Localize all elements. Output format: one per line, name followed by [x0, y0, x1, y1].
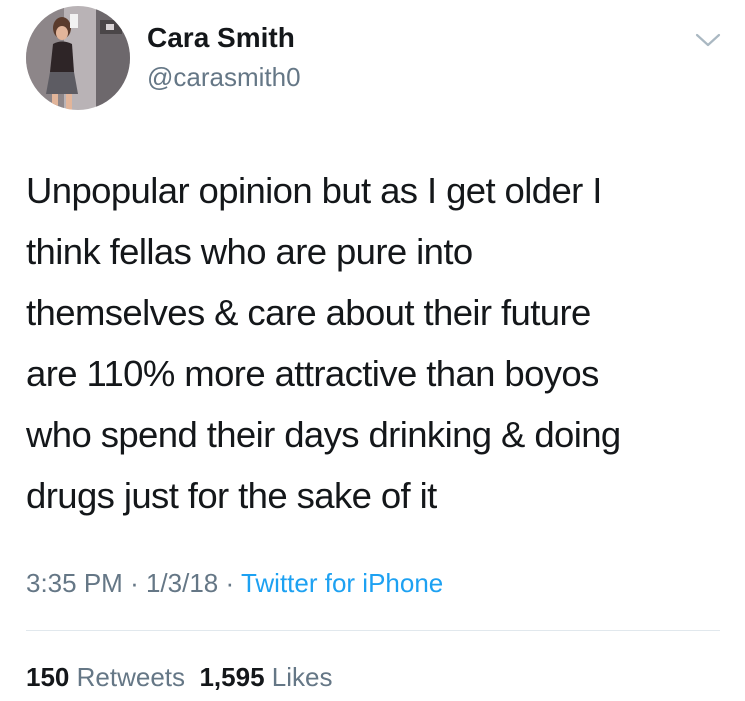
tweet-text: Unpopular opinion but as I get older I t…	[26, 170, 621, 516]
tweet-header: Cara Smith @carasmith0	[26, 6, 726, 112]
likes-label: Likes	[271, 662, 333, 692]
divider	[26, 630, 720, 631]
author-handle[interactable]: @carasmith0	[147, 61, 301, 93]
chevron-down-icon[interactable]	[693, 30, 723, 50]
avatar-image	[26, 6, 130, 110]
tweet-time[interactable]: 3:35 PM	[26, 568, 123, 598]
author-display-name[interactable]: Cara Smith	[147, 21, 295, 55]
retweets-count: 150	[26, 662, 70, 692]
avatar[interactable]	[26, 6, 130, 110]
tweet-metadata: 3:35 PM · 1/3/18 · Twitter for iPhone	[26, 566, 443, 600]
tweet-stats: 150 Retweets 1,595 Likes	[26, 660, 332, 694]
tweet: Cara Smith @carasmith0 Unpopular opinion…	[0, 0, 745, 701]
tweet-date[interactable]: 1/3/18	[146, 568, 218, 598]
meta-separator: ·	[225, 568, 235, 598]
retweets-stat[interactable]: 150 Retweets	[26, 662, 185, 692]
meta-separator: ·	[130, 568, 139, 598]
tweet-source-link[interactable]: Twitter for iPhone	[241, 568, 443, 598]
retweets-label: Retweets	[76, 662, 186, 692]
likes-count: 1,595	[199, 662, 265, 692]
likes-stat[interactable]: 1,595 Likes	[199, 662, 332, 692]
